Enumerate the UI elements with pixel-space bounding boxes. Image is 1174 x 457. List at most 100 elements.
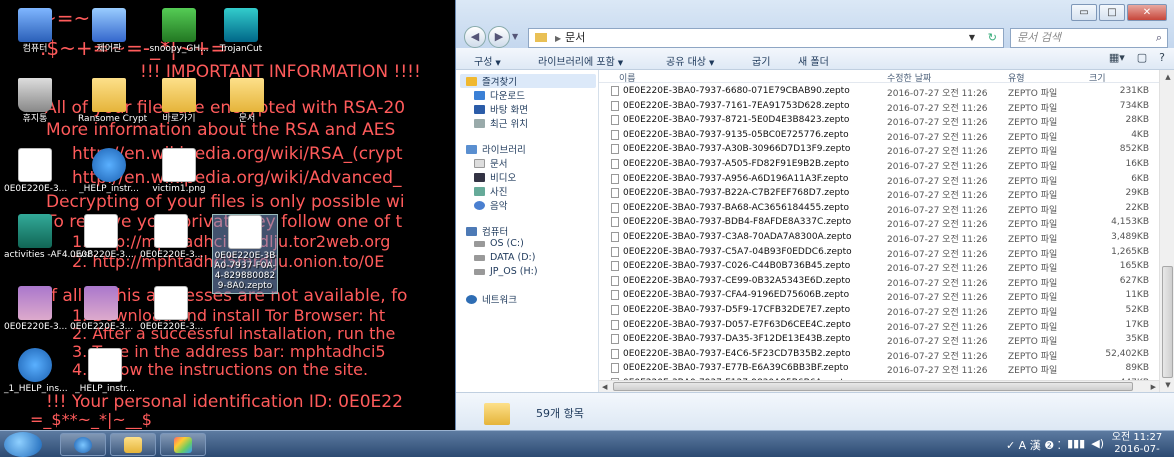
taskbar-internet-explorer[interactable] [60,433,106,456]
taskbar-paint[interactable] [160,433,206,456]
table-row[interactable]: 0E0E220E-3BA0-7937-6680-071E79CBAB90.zep… [599,84,1159,99]
nav-music[interactable]: 음악 [474,198,507,212]
back-button[interactable]: ◀ [464,26,486,48]
scroll-up-icon[interactable]: ▲ [1160,70,1174,84]
nav-favorites[interactable]: 즐겨찾기 [460,74,596,88]
share-with-button[interactable]: 공유 대상 ▼ [666,53,714,68]
search-input[interactable]: 문서 검색 ⌕ [1010,28,1168,48]
desktop-icon-help-instructions[interactable]: _HELP_instr... [78,148,140,194]
vertical-scrollbar[interactable]: ▲ ▼ [1159,70,1174,392]
refresh-icon[interactable]: ↻ [988,29,997,47]
nav-pictures[interactable]: 사진 [474,184,507,198]
recent-pages-dropdown[interactable]: ▼ [512,26,524,48]
desktop-icon-zepto-file[interactable]: 0E0B220E-3... [70,214,134,260]
organize-button[interactable]: 구성 ▼ [474,53,501,68]
nav-documents[interactable]: 문서 [474,156,507,170]
desktop-icon-zepto-file[interactable]: 0E0E220E-3... [4,148,67,194]
column-date-modified[interactable]: 수정한 날짜 [887,71,931,84]
volume-icon[interactable]: ◀) [1091,437,1104,453]
nav-libraries[interactable]: 라이브러리 [466,142,526,156]
table-row[interactable]: 0E0E220E-3BA0-7937-A30B-30966D7D13F9.zep… [599,142,1159,157]
desktop-icon-zepto-file[interactable]: 0E0E220E-3... [70,286,133,332]
desktop-icon-zepto-file-selected[interactable]: 0E0E220E-3BA0-7937-F0A-4-8298800829-8A0.… [212,214,278,294]
desktop-icon-snoopy[interactable]: snoopy_GH... [148,8,210,54]
search-icon[interactable]: ⌕ [1156,29,1162,47]
column-name[interactable]: 이름 [619,71,636,84]
file-size: 852KB [1119,144,1149,155]
scroll-down-icon[interactable]: ▼ [1160,378,1174,392]
nav-recent[interactable]: 최근 위치 [474,116,528,130]
taskbar-file-explorer[interactable] [110,433,156,456]
help-icon[interactable]: ? [1159,51,1165,64]
desktop-icon-zepto-file[interactable]: 0E0E220E-3... [140,286,203,332]
network-icon[interactable]: ▮▮▮ [1067,437,1085,453]
horizontal-scrollbar[interactable]: ◀ ▶ [599,380,1159,392]
table-row[interactable]: 0E0E220E-3BA0-7937-BA68-AC3656184455.zep… [599,201,1159,216]
column-size[interactable]: 크기 [1089,71,1106,84]
maximize-button[interactable]: □ [1099,4,1125,21]
table-row[interactable]: 0E0E220E-3BA0-7937-DA35-3F12DE13E43B.zep… [599,332,1159,347]
nav-drive-d[interactable]: DATA (D:) [474,252,535,263]
include-in-library-button[interactable]: 라이브러리에 포함 ▼ [538,53,623,68]
table-row[interactable]: 0E0E220E-3BA0-7937-CE99-0B32A5343E6D.zep… [599,274,1159,289]
start-button[interactable] [4,432,42,457]
system-tray[interactable]: ✓ A 漢 ❷ ⁚ ▮▮▮ ◀) [1006,437,1104,453]
address-dropdown-icon[interactable]: ▼ [969,29,975,47]
table-row[interactable]: 0E0E220E-3BA0-7937-E77B-E6A39C6BB3BF.zep… [599,361,1159,376]
desktop-icon-ransome-crypt[interactable]: Ransome Crypt [78,78,147,124]
table-row[interactable]: 0E0E220E-3BA0-7937-C5A7-04B93F0EDDC6.zep… [599,245,1159,260]
table-row[interactable]: 0E0E220E-3BA0-7937-BDB4-F8AFDE8A337C.zep… [599,215,1159,230]
new-folder-button[interactable]: 새 폴더 [798,53,829,68]
nav-network[interactable]: 네트워크 [466,292,517,306]
nav-drive-h[interactable]: JP_OS (H:) [474,266,538,277]
clock[interactable]: 오전 11:27 2016-07-27 [1108,432,1166,457]
desktop-icon-shortcut[interactable]: 바로가기 [148,78,210,124]
view-options-icon[interactable]: ▦▾ [1109,51,1125,64]
desktop-icon-recycle-bin[interactable]: 휴지통 [4,78,66,124]
forward-button[interactable]: ▶ [488,26,510,48]
burn-button[interactable]: 굽기 [752,53,770,68]
file-type: ZEPTO 파일 [1008,205,1058,216]
table-row[interactable]: 0E0E220E-3BA0-7937-E4C6-5F23CD7B35B2.zep… [599,347,1159,362]
table-row[interactable]: 0E0E220E-3BA0-7937-C026-C44B0B736B45.zep… [599,259,1159,274]
nav-computer[interactable]: 컴퓨터 [466,224,508,238]
desktop-icon-computer[interactable]: 컴퓨터 [4,8,66,54]
file-name: 0E0E220E-3BA0-7937-C5A7-04B93F0EDDC6.zep… [623,246,852,257]
address-bar[interactable]: ▶ 문서 ▼ ↻ [528,28,1004,48]
desktop-icon-help-instructions[interactable]: _1_HELP_ins... [4,348,68,394]
desktop-icon-zepto-file[interactable]: 0E0E220E-3... [140,214,203,260]
file-type: ZEPTO 파일 [1008,366,1058,377]
breadcrumb-documents[interactable]: 문서 [565,31,585,44]
table-row[interactable]: 0E0E220E-3BA0-7937-A505-FD82F91E9B2B.zep… [599,157,1159,172]
table-row[interactable]: 0E0E220E-3BA0-7937-A956-A6D196A11A3F.zep… [599,172,1159,187]
desktop-icon-trojancut[interactable]: TrojanCut [210,8,272,54]
nav-videos[interactable]: 비디오 [474,170,516,184]
desktop-icon-control-panel[interactable]: 제어판 [78,8,140,54]
desktop-icon-victim-image[interactable]: victim1.png [148,148,210,194]
file-icon [154,286,188,320]
nav-drive-c[interactable]: OS (C:) [474,238,524,249]
desktop-icon-documents[interactable]: 문서 [216,78,278,124]
file-date: 2016-07-27 오전 11:26 [887,118,988,129]
nav-desktop[interactable]: 바탕 화면 [474,102,528,116]
scroll-thumb[interactable] [1162,266,1173,378]
close-button[interactable]: ✕ [1127,4,1167,21]
pictures-icon [474,187,485,196]
table-row[interactable]: 0E0E220E-3BA0-7937-CFA4-9196ED75606B.zep… [599,288,1159,303]
table-row[interactable]: 0E0E220E-3BA0-7937-D5F9-17CFB32DE7E7.zep… [599,303,1159,318]
desktop-icon-help-instructions[interactable]: _HELP_instr... [74,348,136,394]
minimize-button[interactable]: ▭ [1071,4,1097,21]
scroll-thumb[interactable] [613,382,1133,391]
table-row[interactable]: 0E0E220E-3BA0-7937-7161-7EA91753D628.zep… [599,99,1159,114]
desktop-icon-zepto-file[interactable]: 0E0E220E-3... [4,286,67,332]
table-row[interactable]: 0E0E220E-3BA0-7937-B22A-C7B2FEF768D7.zep… [599,186,1159,201]
column-type[interactable]: 유형 [1008,71,1025,84]
desktop-icon-activities-wsf[interactable]: activities -AF4...wsf [4,214,91,260]
table-row[interactable]: 0E0E220E-3BA0-7937-C3A8-70ADA7A8300A.zep… [599,230,1159,245]
table-row[interactable]: 0E0E220E-3BA0-7937-D057-E7F63D6CEE4C.zep… [599,318,1159,333]
table-row[interactable]: 0E0E220E-3BA0-7937-9135-05BC0E725776.zep… [599,128,1159,143]
nav-downloads[interactable]: 다운로드 [474,88,525,102]
file-icon [611,348,619,359]
table-row[interactable]: 0E0E220E-3BA0-7937-8721-5E0D4E3B8423.zep… [599,113,1159,128]
preview-pane-icon[interactable]: ▢ [1137,51,1147,64]
